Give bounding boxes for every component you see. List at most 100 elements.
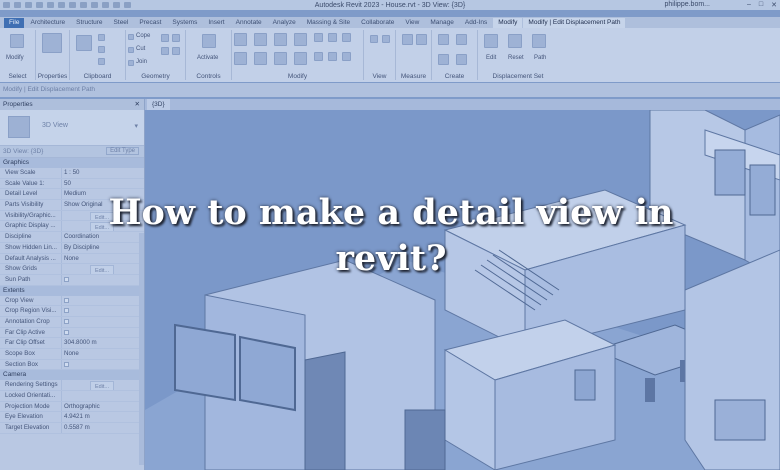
wall-joins-icon[interactable] xyxy=(161,34,169,42)
tab-analyze[interactable]: Analyze xyxy=(268,18,301,28)
tab-precast[interactable]: Precast xyxy=(134,18,166,28)
edit-button[interactable]: Edit... xyxy=(89,381,114,391)
mirror-line-icon[interactable] xyxy=(294,33,307,46)
prop-row[interactable]: Locked Orientati... xyxy=(0,391,144,402)
create-parts-icon[interactable] xyxy=(456,34,467,45)
trim-icon[interactable] xyxy=(274,52,287,65)
copy-element-icon[interactable] xyxy=(328,52,337,61)
delete-icon[interactable] xyxy=(342,52,351,61)
prop-row[interactable]: View Scale 1 : 50 xyxy=(0,168,144,179)
hide-icon[interactable] xyxy=(370,35,378,43)
prop-value[interactable]: Orthographic xyxy=(62,402,144,412)
match-properties-icon[interactable] xyxy=(98,58,105,65)
far-clip-active-checkbox[interactable] xyxy=(64,329,69,335)
copy-icon[interactable] xyxy=(98,46,105,53)
unpin-icon[interactable] xyxy=(328,33,337,42)
reset-displacement-icon[interactable] xyxy=(508,34,522,48)
modify-arrow-icon[interactable] xyxy=(10,34,24,48)
join-label[interactable]: Join xyxy=(136,59,147,65)
prop-row[interactable]: Scale Value 1: 50 xyxy=(0,178,144,190)
close-icon[interactable]: ✕ xyxy=(135,99,140,110)
join-icon[interactable] xyxy=(128,60,134,66)
instance-name[interactable]: 3D View: {3D} xyxy=(3,148,43,155)
override-icon[interactable] xyxy=(382,35,390,43)
offset-icon[interactable] xyxy=(254,33,267,46)
split-face-icon[interactable] xyxy=(172,34,180,42)
prop-row[interactable]: Scope Box None xyxy=(0,349,144,360)
select-panel-label[interactable]: Select xyxy=(0,73,35,80)
tab-systems[interactable]: Systems xyxy=(167,18,202,28)
demolish-icon[interactable] xyxy=(172,47,180,55)
tab-massing-site[interactable]: Massing & Site xyxy=(302,18,355,28)
type-selector[interactable]: 3D View ▾ xyxy=(0,110,144,146)
crop-region-visible-checkbox[interactable] xyxy=(64,308,69,314)
section-box-checkbox[interactable] xyxy=(64,361,69,367)
dimension-icon[interactable] xyxy=(416,34,427,45)
align-icon[interactable] xyxy=(234,33,247,46)
prop-value[interactable]: 0.5587 m xyxy=(62,423,144,433)
prop-row[interactable]: Crop View xyxy=(0,295,144,307)
edit-displacement-icon[interactable] xyxy=(484,34,498,48)
prop-value[interactable]: 50 xyxy=(62,179,144,189)
prop-value[interactable]: None xyxy=(62,349,144,359)
prop-row[interactable]: Section Box xyxy=(0,359,144,371)
chevron-down-icon[interactable]: ▾ xyxy=(134,122,138,130)
prop-row[interactable]: Annotation Crop xyxy=(0,316,144,328)
crop-view-checkbox[interactable] xyxy=(64,297,69,303)
tab-structure[interactable]: Structure xyxy=(71,18,107,28)
annotation-crop-checkbox[interactable] xyxy=(64,318,69,324)
group-camera[interactable]: Camera xyxy=(0,370,144,381)
create-assembly-icon[interactable] xyxy=(438,34,449,45)
displacement-path-icon[interactable] xyxy=(532,34,546,48)
prop-row[interactable]: Rendering Settings Edit... xyxy=(0,380,144,392)
maximize-button[interactable]: □ xyxy=(759,1,763,9)
activate-icon[interactable] xyxy=(202,34,216,48)
tab-view[interactable]: View xyxy=(400,18,424,28)
mirror-axis-icon[interactable] xyxy=(274,33,287,46)
cut-icon[interactable] xyxy=(98,34,105,41)
tab-modify[interactable]: Modify xyxy=(493,17,523,28)
prop-row[interactable]: Crop Region Visi... xyxy=(0,306,144,317)
3d-view-canvas[interactable] xyxy=(145,110,780,470)
prop-row[interactable]: Far Clip Active xyxy=(0,327,144,339)
group-graphics[interactable]: Graphics xyxy=(0,158,144,168)
close-button[interactable]: ✕ xyxy=(771,1,777,9)
tab-insert[interactable]: Insert xyxy=(203,18,229,28)
tab-annotate[interactable]: Annotate xyxy=(231,18,267,28)
prop-value[interactable]: 304.8000 m xyxy=(62,338,144,348)
prop-row[interactable]: Far Clip Offset 304.8000 m xyxy=(0,338,144,349)
prop-value[interactable]: 4.9421 m xyxy=(62,412,144,422)
prop-value[interactable] xyxy=(62,391,144,401)
paste-icon[interactable] xyxy=(76,35,92,51)
move-icon[interactable] xyxy=(234,52,247,65)
scale-icon[interactable] xyxy=(342,33,351,42)
cope-icon[interactable] xyxy=(128,34,134,40)
group-extents[interactable]: Extents xyxy=(0,285,144,296)
rotate-icon[interactable] xyxy=(254,52,267,65)
measure-tool-icon[interactable] xyxy=(402,34,413,45)
geometry-cut-icon[interactable] xyxy=(128,47,134,53)
minimize-button[interactable]: – xyxy=(747,1,751,9)
cut-label[interactable]: Cut xyxy=(136,46,145,52)
cope-label[interactable]: Cope xyxy=(136,33,150,39)
tab-collaborate[interactable]: Collaborate xyxy=(356,18,399,28)
prop-value[interactable]: 1 : 50 xyxy=(62,168,144,178)
properties-icon[interactable] xyxy=(42,33,62,53)
instance-selector[interactable]: 3D View: {3D} Edit Type xyxy=(0,146,144,158)
prop-row[interactable]: Projection Mode Orthographic xyxy=(0,401,144,413)
prop-row[interactable]: Eye Elevation 4.9421 m xyxy=(0,412,144,424)
create-similar-icon[interactable] xyxy=(456,54,467,65)
edit-type-button[interactable]: Edit Type xyxy=(106,147,139,155)
user-account[interactable]: philippe.bom... xyxy=(664,1,710,8)
paint-icon[interactable] xyxy=(161,47,169,55)
prop-row[interactable]: Target Elevation 0.5587 m xyxy=(0,423,144,434)
split-icon[interactable] xyxy=(294,52,307,65)
pin-icon[interactable] xyxy=(314,33,323,42)
tab-modify-edit-displacement-path[interactable]: Modify | Edit Displacement Path xyxy=(523,17,626,28)
tab-add-ins[interactable]: Add-Ins xyxy=(460,18,492,28)
tab-steel[interactable]: Steel xyxy=(109,18,134,28)
tab-manage[interactable]: Manage xyxy=(425,18,459,28)
tab-architecture[interactable]: Architecture xyxy=(25,18,70,28)
tab-file[interactable]: File xyxy=(4,17,25,28)
array-icon[interactable] xyxy=(314,52,323,61)
